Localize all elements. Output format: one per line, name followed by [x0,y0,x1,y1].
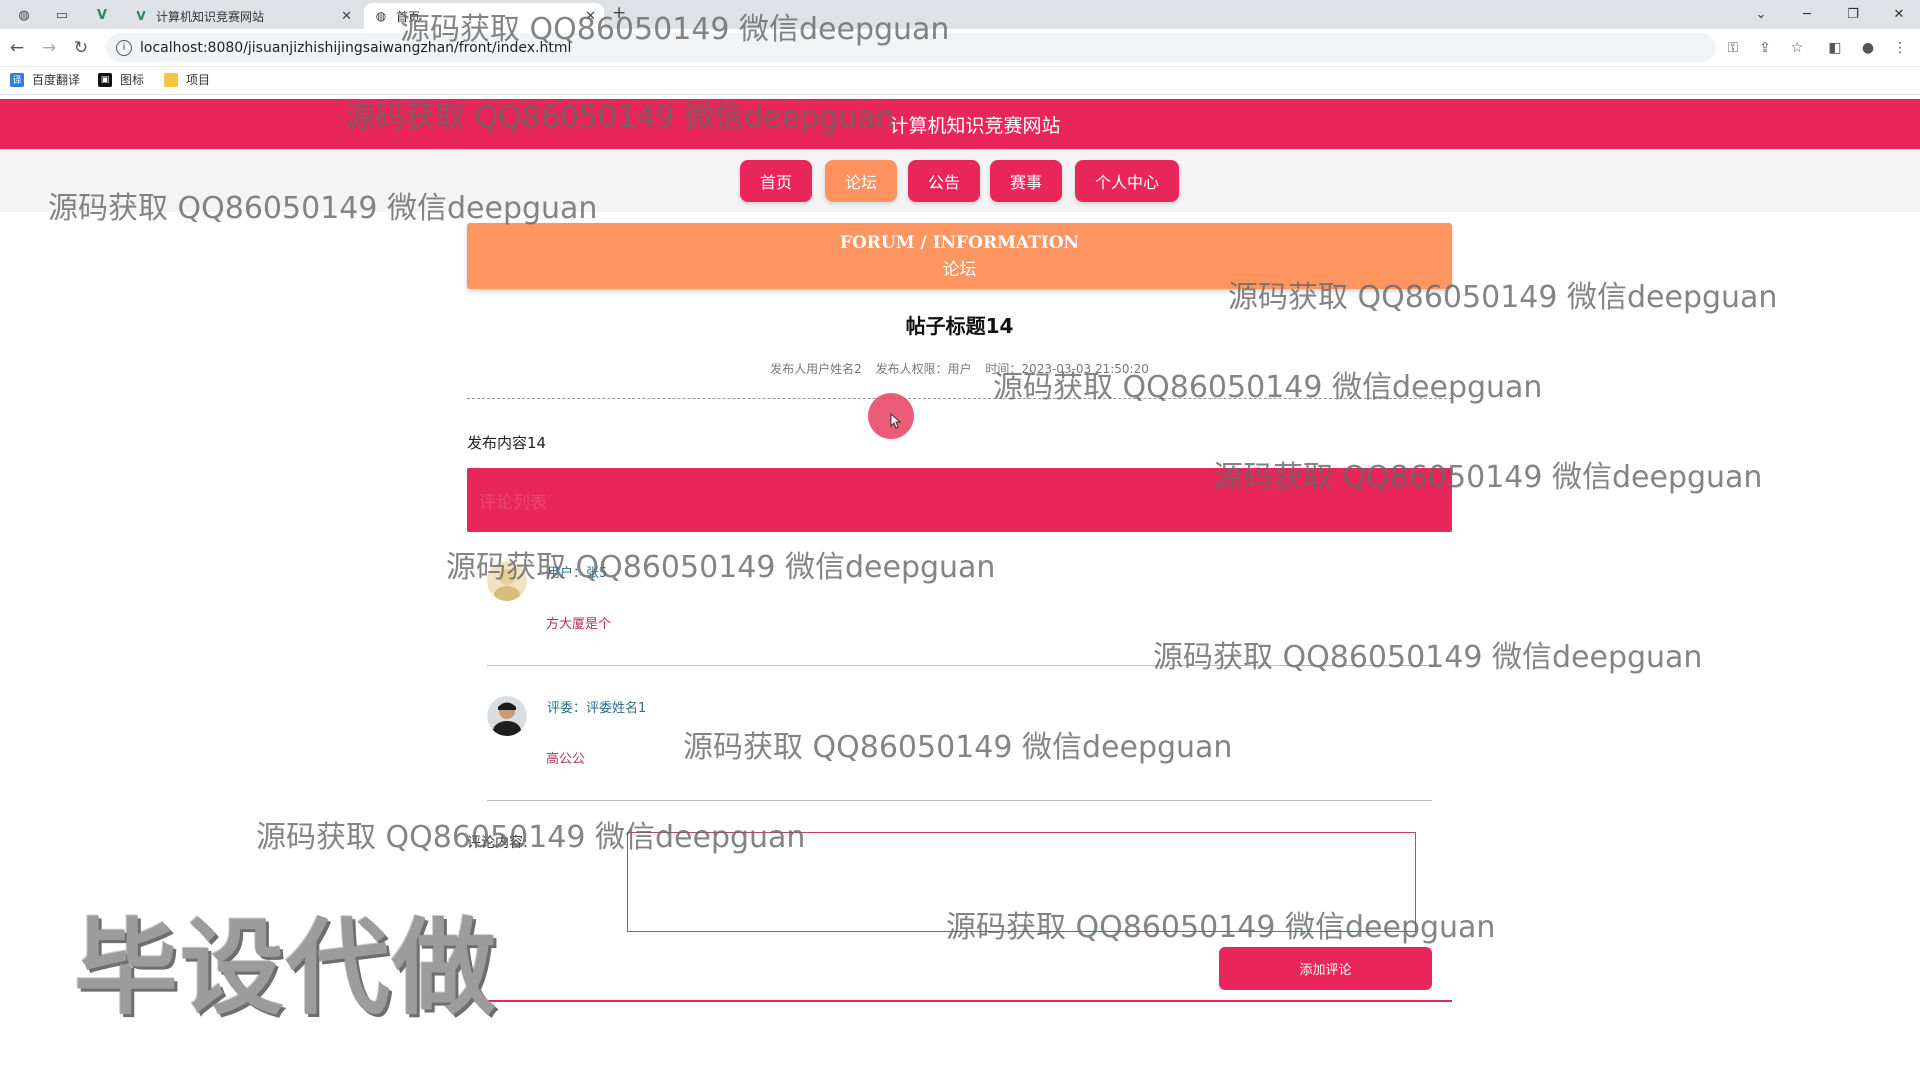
banner-english: FORUM / INFORMATION [839,233,1080,253]
comment-text: 高公公 [546,752,586,767]
bookmark-baidu-translate[interactable]: 译 百度翻译 [10,71,80,88]
comment-input[interactable] [627,832,1416,932]
add-comment-button[interactable]: 添加评论 [1219,947,1432,990]
address-toolbar: ← → ↻ i localhost:8080/jisuanjizhishijin… [0,29,1920,67]
bookmarks-bar: 译 百度翻译 ▣ 图标 项目 [0,67,1920,95]
nav-notice[interactable]: 公告 [908,160,980,202]
window-close-icon[interactable]: ✕ [1876,0,1920,29]
bottom-divider [467,1000,1452,1002]
tab-blank[interactable]: ▭ [42,3,82,27]
chevron-down-icon[interactable]: ⌄ [1738,0,1784,29]
avatar [487,561,527,601]
bookmark-projects[interactable]: 项目 [164,71,210,88]
browser-tab-strip: ◍ ▭ V V 计算机知识竞赛网站 ✕ ◍ 首页 ✕ + ⌄ ─ ❐ ✕ [0,0,1920,29]
comment-item: 用户：张5 方大厦是个 [487,545,1432,666]
post-title: 帖子标题14 [905,314,1014,338]
restore-icon[interactable]: ❐ [1830,0,1876,29]
close-icon[interactable]: ✕ [585,9,596,24]
post-author: 发布人用户姓名2 [770,362,862,376]
comment-list-label: 评论列表 [479,493,547,513]
comment-list-header: 评论列表 [467,468,1452,532]
star-icon[interactable]: ☆ [1785,36,1809,60]
menu-icon[interactable]: ⋮ [1888,36,1912,60]
post-time: 时间：2023-03-03 21:50:20 [985,362,1149,376]
avatar [487,696,527,736]
close-icon[interactable]: ✕ [341,9,352,24]
stamp-text: 毕设代做 [74,907,499,1029]
translate-icon: 译 [10,72,24,87]
mouse-cursor-highlight [868,393,914,439]
banner-chinese: 论坛 [942,260,977,280]
globe-favicon-icon: ◍ [375,9,387,23]
new-tab-icon[interactable]: + [612,3,626,23]
divider [467,398,1452,399]
site-header: 计算机知识竞赛网站 [0,99,1920,149]
image-icon: ▣ [98,72,112,87]
comment-text: 方大厦是个 [546,617,612,632]
key-icon[interactable]: ⚿ [1721,36,1745,60]
tab-vue-icon[interactable]: V [82,3,122,27]
minimize-icon[interactable]: ─ [1784,0,1830,29]
tab-title: 首页 [396,9,421,24]
url-text: localhost:8080/jisuanjizhishijingsaiwang… [140,39,572,56]
profile-icon[interactable]: ● [1856,36,1880,60]
folder-icon [164,72,178,87]
site-info-icon[interactable]: i [116,39,132,56]
share-icon[interactable]: ⇪ [1753,36,1777,60]
comment-user: 评委：评委姓名1 [547,701,647,716]
tab-globe-icon[interactable]: ◍ [4,3,44,27]
back-icon[interactable]: ← [4,35,30,61]
tab-contest-site[interactable]: V 计算机知识竞赛网站 ✕ [124,3,360,29]
address-bar[interactable]: i localhost:8080/jisuanjizhishijingsaiwa… [106,33,1716,62]
section-banner: FORUM / INFORMATION 论坛 [467,223,1452,289]
reload-icon[interactable]: ↻ [68,35,94,61]
nav-home[interactable]: 首页 [740,160,812,202]
post-role: 发布人权限：用户 [875,362,972,376]
tab-home[interactable]: ◍ 首页 ✕ [364,3,604,29]
comment-input-label: 评论内容: [467,835,528,851]
site-title: 计算机知识竞赛网站 [889,114,1061,137]
post-meta: 发布人用户姓名2 发布人权限：用户 时间：2023-03-03 21:50:20 [467,360,1452,377]
comment-item: 评委：评委姓名1 高公公 [487,680,1432,801]
tab-title: 计算机知识竞赛网站 [156,9,265,24]
vue-favicon-icon: V [136,9,146,23]
nav-profile[interactable]: 个人中心 [1075,160,1179,202]
nav-forum[interactable]: 论坛 [825,160,897,202]
nav-contest[interactable]: 赛事 [990,160,1062,202]
post-content: 发布内容14 [467,434,547,452]
side-panel-icon[interactable]: ◧ [1823,36,1847,60]
forward-icon[interactable]: → [36,35,62,61]
comment-user: 用户：张5 [547,566,608,581]
bookmark-icons[interactable]: ▣ 图标 [98,71,144,88]
